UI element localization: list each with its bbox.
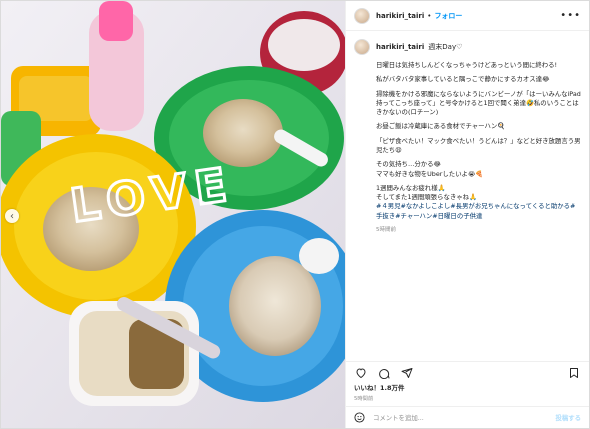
comment-icon[interactable] [377, 366, 391, 380]
caption-area: harikiri_tairi 週末Day♡ 日曜日は気持ちしんどくなっちゃうけど… [346, 31, 589, 361]
avatar[interactable] [354, 7, 370, 24]
follow-button[interactable]: フォロー [434, 11, 462, 21]
instagram-post-window: LOVE ‹ harikiri_tairi • フォロー ••• harikir… [0, 0, 590, 429]
caption-paragraph: 「ピザ食べたい！マック食べたい！うどんは？」などと好き放題言う男児たち😩 [376, 136, 581, 154]
emoji-icon[interactable] [354, 408, 365, 427]
post-comment-button[interactable]: 投稿する [555, 413, 581, 422]
caption-paragraph: お昼ご飯は冷蔵庫にある食材でチャーハン🍳 [376, 122, 506, 131]
username[interactable]: harikiri_tairi [376, 12, 424, 20]
more-options-icon[interactable]: ••• [560, 10, 581, 21]
comment-input[interactable] [373, 413, 556, 422]
post-header: harikiri_tairi • フォロー ••• [346, 1, 589, 31]
likes-count[interactable]: いいね！1.8万件 [346, 383, 589, 394]
post-photo[interactable]: LOVE ‹ [1, 1, 345, 428]
hashtags[interactable]: #４男児#なかよしこよし#長男がお兄ちゃんになってくると助かる#手抜き#チャーハ… [376, 202, 581, 221]
caption-timestamp: 5時間前 [376, 226, 396, 233]
action-bar [346, 361, 589, 383]
bookmark-icon[interactable] [567, 366, 581, 380]
post-details-panel: harikiri_tairi • フォロー ••• harikiri_tairi… [345, 1, 589, 428]
food-photo-illustration: LOVE [1, 1, 345, 428]
caption-paragraph: その気持ち…分かる😂 ママも好きな物をUberしたいよ😭🍕 [376, 160, 484, 178]
chevron-left-icon[interactable]: ‹ [5, 209, 19, 223]
caption-paragraph: 日曜日は気持ちしんどくなっちゃうけどあっという間に終わる! [376, 61, 558, 69]
caption-title: 週末Day♡ [428, 43, 463, 51]
caption-paragraph: 掃除機をかける邪魔にならないようにバンビーノが「はーいみんなiPad持ってこっち… [376, 89, 581, 117]
share-icon[interactable] [400, 366, 414, 380]
caption-header: harikiri_tairi 週末Day♡ [354, 39, 581, 55]
caption-paragraph: 1週間みんなお疲れ様🙏 そしてまた1週間頑張らなきゃね🙏 [376, 183, 477, 202]
heart-icon[interactable] [354, 366, 368, 380]
caption-paragraph: 私がバタバタ家事していると隅っこで静かにするカオス達😂 [376, 75, 550, 84]
caption-username[interactable]: harikiri_tairi [376, 43, 424, 51]
comment-bar: 投稿する [346, 406, 589, 428]
post-timestamp: 5時間前 [354, 396, 374, 402]
separator-dot: • [427, 11, 432, 20]
avatar[interactable] [354, 39, 370, 55]
caption-body: 日曜日は気持ちしんどくなっちゃうけどあっという間に終わる! 私がバタバタ家事して… [376, 61, 581, 221]
